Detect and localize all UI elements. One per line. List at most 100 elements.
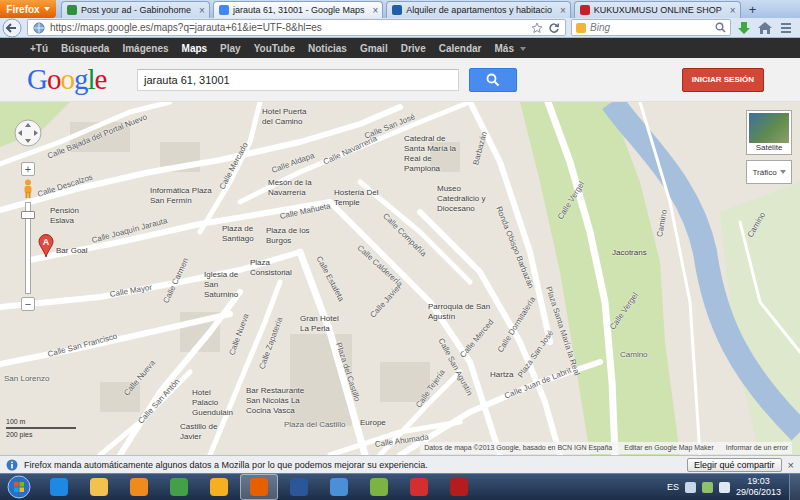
network-icon[interactable] (702, 482, 713, 493)
google-bar-item[interactable]: Play (220, 43, 241, 54)
attribution-link[interactable]: Informar de un error (726, 443, 788, 453)
place-label[interactable]: Plaza Consistorial (250, 258, 305, 278)
browser-tab[interactable]: jarauta 61, 31001 - Google Maps × (213, 1, 383, 18)
volume-icon[interactable] (719, 482, 730, 493)
menu-icon[interactable] (778, 20, 794, 36)
street (0, 107, 400, 210)
firefox-menu-button[interactable]: Firefox (0, 0, 56, 18)
satellite-button[interactable]: Satélite (746, 110, 792, 155)
location-pin-icon[interactable]: A (38, 234, 54, 258)
place-label[interactable]: Iglesia de San Saturnino (204, 270, 254, 300)
browser-tab[interactable]: KUKUXUMUSU ONLINE SHOP × (574, 1, 741, 18)
zoom-slider[interactable] (25, 202, 31, 294)
google-bar-item[interactable]: Imágenes (122, 43, 168, 54)
taskbar-app[interactable] (360, 474, 398, 500)
reload-icon[interactable] (548, 22, 560, 34)
taskbar-app[interactable] (200, 474, 238, 500)
place-label[interactable]: Catedral de Santa María la Real de Pampl… (404, 134, 466, 174)
google-logo[interactable]: Google (27, 63, 127, 96)
place-label[interactable]: Castillo de Javier (180, 422, 225, 442)
close-notification-button[interactable]: × (788, 459, 794, 471)
google-bar-item[interactable]: Drive (401, 43, 426, 54)
google-bar-item[interactable]: Búsqueda (61, 43, 109, 54)
back-arrow-icon[interactable] (2, 18, 22, 38)
taskbar-app[interactable] (120, 474, 158, 500)
google-bar-item[interactable]: Gmail (360, 43, 388, 54)
street-label[interactable]: Camino (620, 350, 648, 360)
map[interactable]: Calle Bajada del Portal NuevoHotel Puert… (0, 102, 800, 455)
url-field[interactable]: https://maps.google.es/maps?q=jarauta+61… (27, 19, 566, 36)
taskbar-app[interactable] (80, 474, 118, 500)
place-label[interactable]: Mesón de la Navarrería (268, 178, 323, 198)
place-label[interactable]: Bar Restaurante San Nicolás La Cocina Va… (246, 386, 308, 416)
google-bar-item[interactable]: Maps (182, 43, 208, 54)
place-label[interactable]: Plaza de Santiago (222, 224, 262, 244)
google-bar-item[interactable]: Más (495, 43, 526, 54)
tab-close-button[interactable]: × (195, 5, 205, 16)
taskbar-app[interactable] (400, 474, 438, 500)
language-indicator[interactable]: ES (667, 482, 679, 492)
place-label[interactable]: Hartza (490, 370, 514, 380)
place-label[interactable]: Pensión Eslava (50, 206, 90, 226)
web-search-field[interactable]: Bing (571, 19, 731, 36)
app-icon (410, 478, 428, 496)
tab-close-button[interactable]: × (556, 5, 566, 16)
street (210, 282, 280, 455)
google-bar-item[interactable]: YouTube (254, 43, 295, 54)
taskbar-app[interactable] (440, 474, 478, 500)
street-label[interactable]: San Lorenzo (4, 374, 49, 384)
google-bar-item[interactable]: Calendar (439, 43, 482, 54)
zoom-out-button[interactable]: − (21, 297, 35, 311)
magnifier-icon[interactable] (715, 22, 726, 33)
app-icon (250, 478, 268, 496)
star-icon[interactable] (531, 22, 543, 34)
choose-sharing-button[interactable]: Elegir qué compartir (687, 458, 782, 472)
app-icon (450, 478, 468, 496)
traffic-button[interactable]: Tráfico (746, 160, 792, 184)
flag-icon[interactable] (685, 482, 696, 493)
favicon-icon (67, 5, 77, 15)
place-label[interactable]: Europe (360, 418, 386, 428)
taskbar-app[interactable] (40, 474, 78, 500)
taskbar-app[interactable] (320, 474, 358, 500)
attribution-link[interactable]: Editar en Google Map Maker (624, 443, 714, 453)
place-label[interactable]: Museo Catedralicio y Diocesano (437, 184, 493, 214)
street-label[interactable]: Plaza del Castillo (284, 420, 345, 430)
pan-control-icon[interactable] (13, 118, 43, 148)
taskbar-app[interactable] (280, 474, 318, 500)
place-label[interactable]: Plaza de los Burgos (266, 226, 314, 246)
place-label[interactable]: Informática Plaza San Fermín (150, 186, 212, 206)
favicon-icon (392, 5, 402, 15)
zoom-in-button[interactable]: + (21, 162, 35, 176)
place-label[interactable]: Hotel Puerta del Camino (262, 107, 312, 127)
start-button[interactable] (0, 475, 38, 499)
app-icon (210, 478, 228, 496)
sign-in-button[interactable]: INICIAR SESIÓN (682, 68, 764, 92)
place-label[interactable]: Gran Hotel La Perla (300, 314, 345, 334)
pegman-icon[interactable] (21, 179, 35, 199)
map-attribution: Datos de mapa ©2013 Google, basado en BC… (420, 442, 792, 454)
place-label[interactable]: Hostería Del Temple (334, 188, 379, 208)
place-label[interactable]: Hotel Palacio Guendulain (192, 388, 237, 418)
taskbar-app[interactable] (240, 474, 278, 500)
google-bar-item[interactable]: +Tú (30, 43, 48, 54)
google-bar-item[interactable]: Noticias (308, 43, 347, 54)
tab-close-button[interactable]: × (726, 5, 736, 16)
taskbar-app[interactable] (160, 474, 198, 500)
show-desktop-button[interactable] (789, 474, 800, 500)
street (330, 202, 500, 455)
browser-tab[interactable]: Post your ad - Gabinohome × (61, 1, 210, 18)
search-button[interactable] (469, 68, 517, 92)
app-icon (170, 478, 188, 496)
place-label[interactable]: Bar Goal (56, 246, 88, 256)
system-tray: ES 19:03 29/06/2013 (667, 476, 787, 498)
search-field[interactable]: jarauta 61, 31001 (137, 69, 459, 91)
zoom-slider-thumb[interactable] (21, 211, 35, 219)
clock[interactable]: 19:03 29/06/2013 (736, 476, 781, 498)
download-icon[interactable] (736, 20, 752, 36)
home-icon[interactable] (757, 20, 773, 36)
place-label[interactable]: Jacotrans (612, 248, 647, 258)
browser-tab[interactable]: Alquiler de apartamentos y habitacio × (386, 1, 570, 18)
new-tab-button[interactable]: + (744, 2, 762, 18)
tab-close-button[interactable]: × (369, 5, 379, 16)
